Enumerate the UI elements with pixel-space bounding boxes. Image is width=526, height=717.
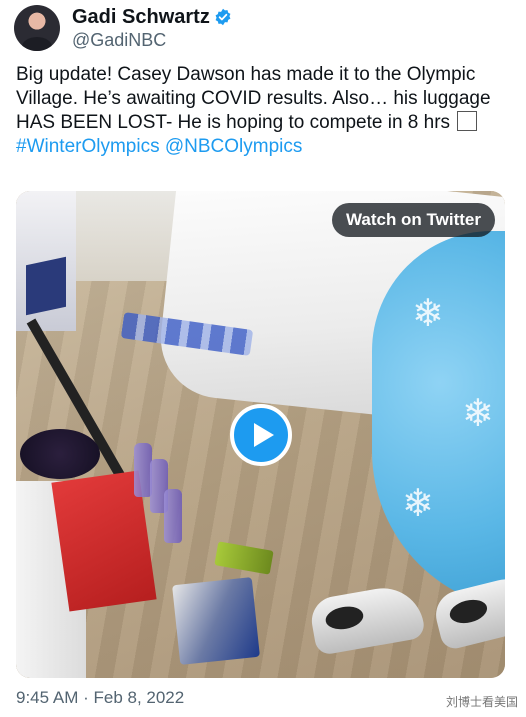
tweet-card: Gadi Schwartz @GadiNBC Big update! Casey…: [0, 0, 526, 717]
hashtag-link[interactable]: #WinterOlympics: [16, 136, 160, 157]
watch-on-twitter-button[interactable]: Watch on Twitter: [331, 203, 495, 237]
hanging-jacket: [16, 191, 76, 331]
avatar[interactable]: [14, 5, 60, 51]
snowflake-icon: ❄: [402, 483, 434, 525]
play-button[interactable]: [230, 404, 292, 466]
water-bottle: [164, 489, 182, 543]
watermark-text: 刘博士看美国: [445, 695, 518, 709]
dark-cap: [20, 429, 100, 479]
mention-link[interactable]: @NBCOlympics: [165, 136, 303, 157]
author-display-name[interactable]: Gadi Schwartz: [72, 5, 210, 29]
name-row: Gadi Schwartz: [72, 5, 232, 29]
tweet-header: Gadi Schwartz @GadiNBC: [14, 4, 232, 52]
tweet-body: Big update! Casey Dawson has made it to …: [16, 64, 491, 133]
packaged-items: [172, 577, 260, 665]
tweet-text: Big update! Casey Dawson has made it to …: [16, 63, 516, 159]
author-handle[interactable]: @GadiNBC: [72, 29, 232, 51]
play-icon: [254, 423, 274, 447]
author-info: Gadi Schwartz @GadiNBC: [72, 5, 232, 51]
verified-badge-icon: [215, 8, 231, 26]
snowflake-icon: ❄: [412, 293, 444, 335]
unrendered-emoji-icon: [457, 111, 478, 131]
snowflake-icon: ❄: [462, 393, 494, 435]
tweet-timestamp[interactable]: 9:45 AM · Feb 8, 2022: [16, 688, 184, 708]
video-thumbnail[interactable]: ❄ ❄ ❄ Watch on Twitter: [16, 191, 505, 678]
